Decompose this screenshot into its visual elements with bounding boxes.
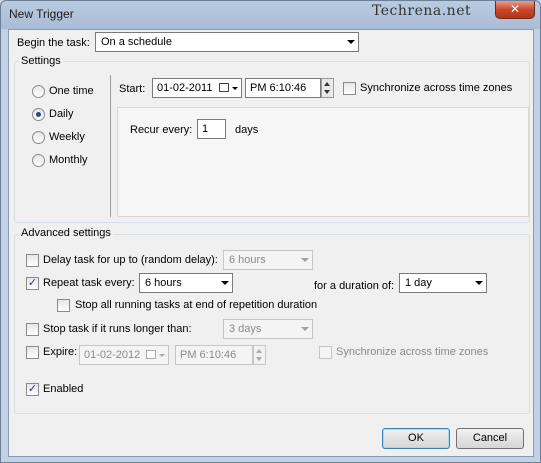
ok-button-label: OK (408, 432, 424, 444)
duration-select[interactable]: 1 day (399, 273, 487, 293)
start-date-value: 01-02-2011 (157, 82, 213, 94)
chevron-down-icon (301, 327, 309, 331)
expire-time-input[interactable]: PM 6:10:46 (175, 345, 253, 365)
recur-unit-label: days (235, 124, 259, 136)
expire-sync-label: Synchronize across time zones (336, 346, 489, 358)
enabled-checkbox[interactable]: ✓ (26, 383, 39, 396)
chevron-down-icon (301, 258, 309, 262)
radio-daily[interactable] (32, 108, 45, 121)
radio-one-time-label: One time (49, 85, 94, 97)
delay-task-value: 6 hours (229, 254, 266, 266)
radio-weekly[interactable] (32, 131, 45, 144)
stop-longer-checkbox[interactable] (26, 323, 39, 336)
sync-timezones-label: Synchronize across time zones (360, 82, 513, 94)
ok-button[interactable]: OK (382, 428, 450, 449)
title-bar: New Trigger Techrena.net ✕ (1, 1, 540, 29)
recur-every-input[interactable]: 1 (197, 119, 226, 139)
delay-task-label: Delay task for up to (random delay): (43, 254, 218, 266)
recur-every-label: Recur every: (130, 124, 193, 136)
expire-time-value: PM 6:10:46 (180, 349, 237, 361)
watermark: Techrena.net (372, 3, 472, 19)
repeat-task-select[interactable]: 6 hours (139, 273, 233, 293)
delay-task-checkbox[interactable] (26, 254, 39, 267)
cancel-button[interactable]: Cancel (456, 428, 524, 449)
radio-monthly[interactable] (32, 154, 45, 167)
expire-date-picker[interactable]: 01-02-2012 (79, 345, 169, 365)
stop-longer-value: 3 days (229, 323, 262, 335)
window-title: New Trigger (9, 7, 74, 21)
close-button[interactable]: ✕ (495, 1, 535, 19)
settings-divider (110, 75, 111, 217)
repeat-task-checkbox[interactable]: ✓ (26, 277, 39, 290)
new-trigger-window: New Trigger Techrena.net ✕ Begin the tas… (0, 0, 541, 463)
close-icon: ✕ (509, 2, 521, 16)
begin-task-select[interactable]: On a schedule (95, 32, 359, 52)
check-icon: ✓ (27, 383, 38, 395)
dialog-client-area: Begin the task: On a schedule Settings O… (8, 29, 534, 457)
delay-task-select[interactable]: 6 hours (223, 250, 313, 270)
recur-every-value: 1 (202, 123, 209, 135)
chevron-down-icon (475, 281, 483, 285)
calendar-icon (146, 350, 156, 359)
chevron-down-icon (232, 87, 238, 90)
expire-date-value: 01-02-2012 (84, 349, 141, 361)
stop-all-tasks-label: Stop all running tasks at end of repetit… (75, 299, 318, 311)
calendar-icon (219, 83, 229, 92)
duration-label: for a duration of: (314, 280, 395, 292)
check-icon: ✓ (27, 277, 38, 289)
begin-task-value: On a schedule (101, 36, 172, 48)
chevron-down-icon (347, 40, 355, 44)
stop-longer-label: Stop task if it runs longer than: (43, 323, 192, 335)
start-label: Start: (119, 83, 146, 95)
start-date-picker[interactable]: 01-02-2011 (152, 78, 242, 98)
cancel-button-label: Cancel (472, 432, 508, 444)
expire-sync-checkbox[interactable] (319, 346, 332, 359)
stop-all-tasks-checkbox[interactable] (57, 299, 70, 312)
start-time-spinner[interactable] (321, 78, 334, 98)
expire-label: Expire: (43, 346, 78, 358)
start-time-value: PM 6:10:46 (250, 82, 307, 94)
repeat-task-value: 6 hours (145, 277, 182, 289)
radio-one-time[interactable] (32, 85, 45, 98)
sync-timezones-checkbox[interactable] (343, 82, 356, 95)
settings-group-title: Settings (19, 55, 63, 67)
chevron-down-icon (159, 354, 165, 357)
advanced-settings-title: Advanced settings (19, 227, 113, 239)
radio-monthly-label: Monthly (49, 154, 88, 166)
radio-weekly-label: Weekly (49, 131, 85, 143)
expire-checkbox[interactable] (26, 346, 39, 359)
repeat-task-label: Repeat task every: (43, 277, 135, 289)
radio-daily-label: Daily (49, 108, 74, 120)
start-time-input[interactable]: PM 6:10:46 (245, 78, 321, 98)
chevron-down-icon (221, 281, 229, 285)
begin-task-label: Begin the task: (17, 37, 90, 49)
expire-time-spinner[interactable] (253, 345, 266, 365)
enabled-label: Enabled (43, 383, 84, 395)
stop-longer-select[interactable]: 3 days (223, 319, 313, 339)
duration-value: 1 day (405, 277, 432, 289)
